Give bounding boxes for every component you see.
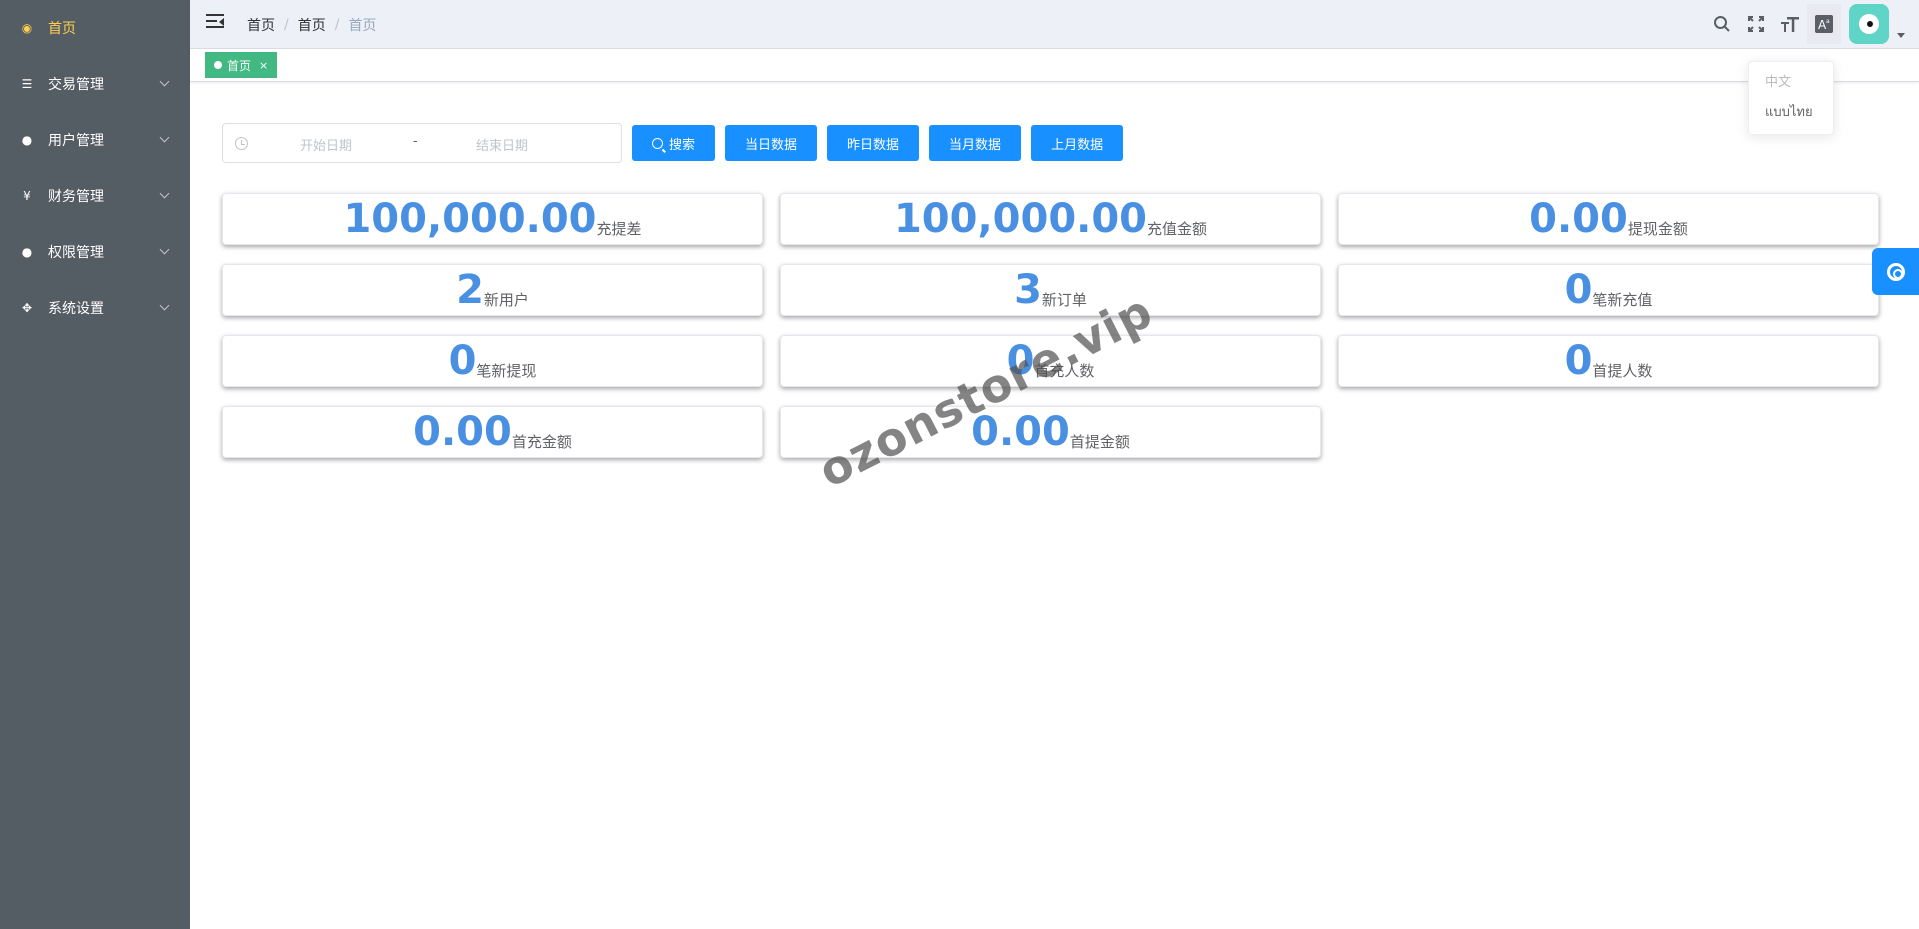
sidebar-item-label: 权限管理 <box>48 245 104 261</box>
breadcrumb-item[interactable]: 首页 <box>298 15 326 35</box>
stat-label: 笔新提现 <box>476 362 537 380</box>
sidebar-item-trade[interactable]: ☰ 交易管理 <box>0 56 190 112</box>
last-month-button[interactable]: 上月数据 <box>1031 125 1124 161</box>
stat-label: 充值金额 <box>1147 220 1208 238</box>
stat-card: 3 新订单 <box>780 264 1321 316</box>
language-dropdown: 中文 แบบไทย <box>1748 61 1834 135</box>
fullscreen-icon[interactable] <box>1739 4 1773 44</box>
stat-value: 0 <box>1564 338 1593 384</box>
stat-label: 笔新充值 <box>1592 291 1653 309</box>
caret-down-icon[interactable] <box>1897 32 1905 38</box>
sidebar-item-label: 系统设置 <box>48 301 104 317</box>
svg-text:a: a <box>1826 18 1830 25</box>
yen-icon: ¥ <box>23 189 31 203</box>
stat-label: 首提人数 <box>1592 362 1653 380</box>
dashboard-icon: ◉ <box>21 21 33 35</box>
sidebar-item-label: 首页 <box>48 21 76 37</box>
hamburger-icon[interactable] <box>206 14 224 30</box>
stat-label: 充提差 <box>596 220 642 238</box>
stat-label: 提现金额 <box>1627 220 1688 238</box>
gear-icon <box>1886 262 1905 281</box>
stat-label: 新订单 <box>1041 291 1087 309</box>
lang-option-chinese[interactable]: 中文 <box>1749 68 1833 98</box>
search-button[interactable]: 搜索 <box>632 125 716 161</box>
breadcrumb-item: 首页 <box>348 18 377 34</box>
navbar: 首页 / 首页 / 首页 Aa <box>190 0 1919 49</box>
chevron-down-icon <box>159 300 170 311</box>
sidebar-item-permissions[interactable]: ● 权限管理 <box>0 224 190 280</box>
tag-home[interactable]: 首页 × <box>205 52 278 78</box>
stat-label: 首提金额 <box>1069 433 1130 451</box>
settings-button[interactable] <box>1872 248 1919 295</box>
stat-value: 3 <box>1014 267 1042 313</box>
sidebar-item-finance[interactable]: ¥ 财务管理 <box>0 168 190 224</box>
move-icon: ✥ <box>21 301 33 315</box>
stat-label: 新用户 <box>483 291 529 309</box>
stat-value: 0 <box>448 338 477 384</box>
stat-value: 100,000.00 <box>893 196 1148 242</box>
date-range-picker[interactable]: 开始日期 - 结束日期 <box>222 123 622 163</box>
end-date-input[interactable]: 结束日期 <box>476 135 528 154</box>
sidebar-item-users[interactable]: ● 用户管理 <box>0 112 190 168</box>
stat-card: 0 笔新提现 <box>222 335 763 387</box>
tags-view: 首页 × <box>190 49 1919 82</box>
tag-label: 首页 <box>227 58 252 73</box>
yesterday-button[interactable]: 昨日数据 <box>827 125 920 161</box>
stat-value: 100,000.00 <box>343 196 597 242</box>
right-menu: Aa <box>1705 4 1905 44</box>
sidebar-item-label: 交易管理 <box>48 77 104 93</box>
stat-card: 100,000.00 充提差 <box>222 193 763 245</box>
font-size-icon[interactable] <box>1773 4 1807 44</box>
avatar[interactable] <box>1849 4 1889 44</box>
start-date-input[interactable]: 开始日期 <box>300 135 352 154</box>
stat-label: 首充金额 <box>511 433 572 451</box>
stat-card: 0 首提人数 <box>1338 335 1879 387</box>
close-icon[interactable]: × <box>259 59 268 72</box>
stat-card: 2 新用户 <box>222 264 763 316</box>
sidebar-item-label: 财务管理 <box>48 189 104 205</box>
sidebar-item-settings[interactable]: ✥ 系统设置 <box>0 280 190 336</box>
stat-card: 0.00 提现金额 <box>1338 193 1879 245</box>
today-button[interactable]: 当日数据 <box>725 125 818 161</box>
chevron-down-icon <box>159 188 170 199</box>
user-icon: ● <box>21 245 33 259</box>
this-month-button[interactable]: 当月数据 <box>929 125 1022 161</box>
stat-value: 2 <box>456 267 484 313</box>
breadcrumb: 首页 / 首页 / 首页 <box>247 15 377 35</box>
stat-value: 0 <box>1564 267 1593 313</box>
filter-bar: 开始日期 - 结束日期 搜索 当日数据 昨日数据 当月数据 上月数据 <box>222 123 1124 163</box>
stat-card: 100,000.00 充值金额 <box>780 193 1321 245</box>
stat-value: 0.00 <box>1529 196 1628 242</box>
stat-card: 0 笔新充值 <box>1338 264 1879 316</box>
stat-value: 0.00 <box>413 409 512 455</box>
chevron-down-icon <box>159 244 170 255</box>
stat-card: 0.00 首充金额 <box>222 406 763 458</box>
clock-icon <box>235 137 248 150</box>
lang-option-thai[interactable]: แบบไทย <box>1749 98 1833 128</box>
main-area: 首页 / 首页 / 首页 Aa 首页 × 开始日期 - 结束日期 搜索 当日数据… <box>190 0 1919 929</box>
chevron-down-icon <box>159 76 170 87</box>
search-icon[interactable] <box>1705 4 1739 44</box>
sidebar-item-home[interactable]: ◉ 首页 <box>0 0 190 56</box>
sidebar-item-label: 用户管理 <box>48 133 104 149</box>
chevron-down-icon <box>159 132 170 143</box>
sidebar: ◉ 首页 ☰ 交易管理 ● 用户管理 ¥ 财务管理 ● 权限管理 ✥ 系统设置 <box>0 0 190 929</box>
search-icon <box>652 137 663 149</box>
list-icon: ☰ <box>21 77 33 91</box>
breadcrumb-item[interactable]: 首页 <box>247 15 275 35</box>
users-icon: ● <box>21 133 33 147</box>
language-icon[interactable]: Aa <box>1807 4 1841 44</box>
range-separator: - <box>413 134 418 149</box>
